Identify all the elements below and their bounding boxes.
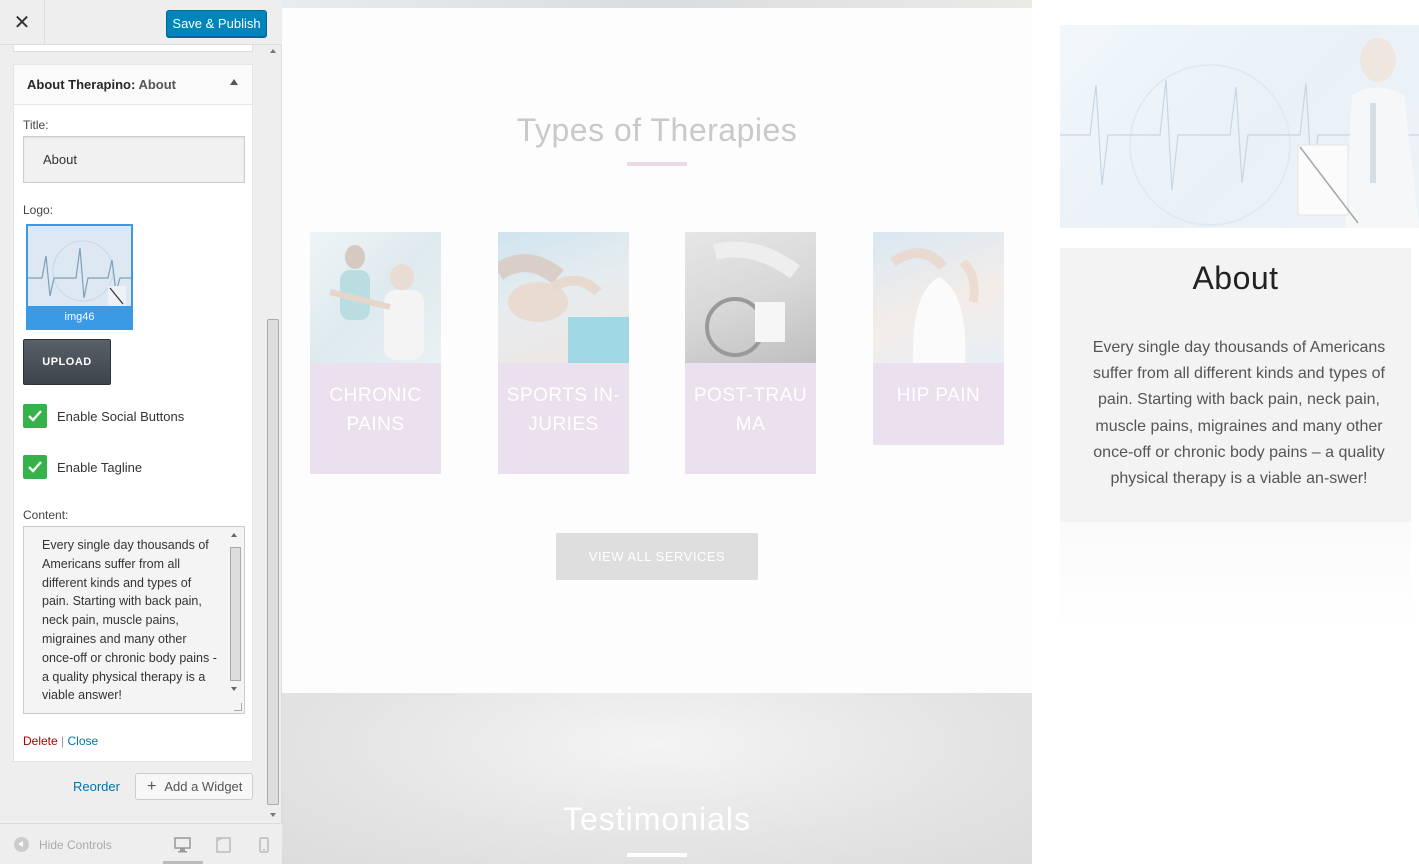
therapy-card-label: CHRONIC PAINS <box>310 363 441 474</box>
customizer-panel: About Therapino: About Title: About Logo… <box>0 45 266 823</box>
social-buttons-label: Enable Social Buttons <box>57 408 185 424</box>
close-icon[interactable]: ✕ <box>0 0 45 45</box>
content-text: Every single day thousands of Americans … <box>42 538 217 703</box>
widget-title-prefix: About Therapino: <box>27 77 136 92</box>
previous-widget <box>13 45 253 52</box>
view-all-services-button[interactable]: VIEW ALL SERVICES <box>556 533 758 580</box>
therapy-card-label: POST-TRAU MA <box>685 363 816 474</box>
therapy-card-label: SPORTS IN-JURIES <box>498 363 629 474</box>
hide-controls-button[interactable]: Hide Controls <box>14 837 112 852</box>
upload-button[interactable]: UPLOAD <box>23 339 111 385</box>
desktop-icon[interactable] <box>174 837 191 853</box>
widget-actions: Delete | Close <box>23 734 98 748</box>
content-textarea[interactable]: Every single day thousands of Americans … <box>23 526 245 714</box>
customizer-sidebar: ✕ Save & Publish About Therapino: About … <box>0 0 282 864</box>
add-widget-label: Add a Widget <box>164 779 243 794</box>
scroll-down-arrow-icon[interactable] <box>231 687 237 691</box>
collapse-icon <box>14 837 29 852</box>
mobile-icon[interactable] <box>255 837 272 853</box>
about-widget: About Therapino: About Title: About Logo… <box>13 64 253 762</box>
scroll-thumb[interactable] <box>267 319 279 805</box>
add-widget-button[interactable]: + Add a Widget <box>135 773 253 800</box>
testimonials-section: Testimonials <box>282 693 1032 864</box>
about-box: About Every single day thousands of Amer… <box>1060 248 1411 522</box>
about-image <box>1060 25 1419 228</box>
about-sidebar-widget: About Every single day thousands of Amer… <box>1032 0 1419 864</box>
save-publish-button[interactable]: Save & Publish <box>166 10 267 37</box>
logo-thumbnail[interactable]: img46 <box>26 224 133 330</box>
hide-controls-label: Hide Controls <box>39 837 112 852</box>
title-underline <box>627 162 687 166</box>
social-buttons-toggle[interactable]: Enable Social Buttons <box>23 404 184 428</box>
link-separator: | <box>61 734 65 748</box>
section-title: Types of Therapies <box>516 112 798 148</box>
therapy-image <box>685 232 816 363</box>
tablet-icon[interactable] <box>215 837 232 853</box>
testimonials-title: Testimonials <box>562 801 752 837</box>
scroll-thumb[interactable] <box>230 547 241 681</box>
reorder-link[interactable]: Reorder <box>73 779 120 794</box>
title-input[interactable]: About <box>23 136 245 183</box>
close-link[interactable]: Close <box>68 734 99 748</box>
tagline-toggle[interactable]: Enable Tagline <box>23 455 142 479</box>
therapy-card[interactable]: POST-TRAU MA <box>685 232 816 474</box>
tagline-label: Enable Tagline <box>57 459 143 475</box>
therapy-card-label: HIP PAIN <box>873 363 1004 445</box>
therapy-card[interactable]: CHRONIC PAINS <box>310 232 441 474</box>
about-social-area <box>1060 522 1411 630</box>
collapse-arrow-icon[interactable] <box>230 79 238 85</box>
therapy-image <box>873 232 1004 363</box>
content-scrollbar[interactable] <box>228 529 242 699</box>
therapy-image <box>310 232 441 363</box>
logo-label: Logo: <box>23 203 54 217</box>
content-label: Content: <box>23 508 69 522</box>
checkbox-checked-icon[interactable] <box>23 404 47 428</box>
delete-link[interactable]: Delete <box>23 734 58 748</box>
therapy-image <box>498 232 629 363</box>
scroll-down-arrow-icon[interactable] <box>270 813 276 817</box>
customizer-footer: Hide Controls <box>0 823 282 864</box>
plus-icon: + <box>147 777 157 795</box>
resize-grip-icon[interactable] <box>234 703 242 711</box>
widget-header[interactable]: About Therapino: About <box>14 65 252 105</box>
hero-image-edge <box>282 0 1032 8</box>
scroll-up-arrow-icon[interactable] <box>270 49 276 53</box>
title-field-label: Title: <box>23 118 49 132</box>
checkbox-checked-icon[interactable] <box>23 455 47 479</box>
therapy-card[interactable]: SPORTS IN-JURIES <box>498 232 629 474</box>
site-preview: Types of Therapies CHRONIC PAINS SPORTS … <box>282 0 1419 864</box>
customizer-header: ✕ Save & Publish <box>0 0 282 45</box>
testimonials-underline <box>627 853 687 857</box>
therapy-card[interactable]: HIP PAIN <box>873 232 1004 445</box>
sidebar-scrollbar[interactable] <box>266 45 281 823</box>
widget-title-suffix: About <box>138 77 177 92</box>
scroll-up-arrow-icon[interactable] <box>231 533 237 537</box>
about-title: About <box>1192 260 1279 296</box>
widget-title: About Therapino: About <box>27 77 176 92</box>
logo-caption: img46 <box>28 306 131 328</box>
about-text: Every single day thousands of Americans … <box>1092 339 1386 488</box>
